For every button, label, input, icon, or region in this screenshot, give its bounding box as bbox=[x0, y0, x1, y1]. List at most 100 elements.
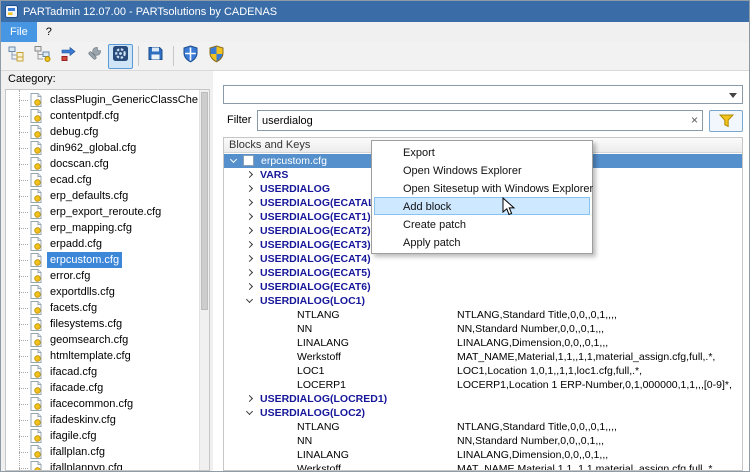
category-scrollbar[interactable] bbox=[199, 90, 209, 470]
expand-icon[interactable] bbox=[245, 268, 254, 277]
key-row[interactable]: LOC1 LOC1,Location 1,0,1,,1,1,loc1.cfg,fu… bbox=[224, 364, 742, 378]
category-item[interactable]: erp_mapping.cfg bbox=[6, 220, 198, 236]
category-item[interactable]: erpcustom.cfg bbox=[6, 252, 198, 268]
category-item[interactable]: ifagile.cfg bbox=[6, 428, 198, 444]
category-item[interactable]: ifallplan.cfg bbox=[6, 444, 198, 460]
category-item[interactable]: erp_defaults.cfg bbox=[6, 188, 198, 204]
category-item[interactable]: facets.cfg bbox=[6, 300, 198, 316]
category-item-label[interactable]: classPlugin_GenericClassChe bbox=[47, 92, 201, 108]
collapse-icon[interactable] bbox=[245, 295, 254, 304]
category-item-label[interactable]: ifacade.cfg bbox=[47, 380, 106, 396]
index-view-button[interactable] bbox=[30, 44, 55, 69]
expand-icon[interactable] bbox=[245, 170, 254, 179]
category-item-label[interactable]: exportdlls.cfg bbox=[47, 284, 118, 300]
category-item-label[interactable]: erpcustom.cfg bbox=[47, 252, 123, 268]
expand-icon[interactable] bbox=[245, 184, 254, 193]
category-item-label[interactable]: erp_mapping.cfg bbox=[47, 220, 135, 236]
category-item[interactable]: debug.cfg bbox=[6, 124, 198, 140]
apply-filter-button[interactable] bbox=[709, 110, 743, 132]
category-tree-button[interactable] bbox=[4, 44, 29, 69]
settings-button[interactable] bbox=[108, 43, 133, 69]
category-item-label[interactable]: facets.cfg bbox=[47, 300, 100, 316]
category-item[interactable]: ifacecommon.cfg bbox=[6, 396, 198, 412]
category-item[interactable]: ifacade.cfg bbox=[6, 380, 198, 396]
category-item[interactable]: din962_global.cfg bbox=[6, 140, 198, 156]
category-item-label[interactable]: ifallplanpyp.cfg bbox=[47, 460, 126, 470]
key-row[interactable]: NTLANG NTLANG,Standard Title,0,0,,0,1,,,, bbox=[224, 308, 742, 322]
category-item-label[interactable]: filesystems.cfg bbox=[47, 316, 125, 332]
context-menu-item-export[interactable]: Export bbox=[374, 143, 590, 161]
category-item-label[interactable]: ifallplan.cfg bbox=[47, 444, 108, 460]
key-row[interactable]: LINALANG LINALANG,Dimension,0,0,,0,1,,, bbox=[224, 336, 742, 350]
key-row[interactable]: LOCERP1 LOCERP1,Location 1 ERP-Number,0,1… bbox=[224, 378, 742, 392]
category-item[interactable]: filesystems.cfg bbox=[6, 316, 198, 332]
checkbox[interactable] bbox=[243, 155, 254, 166]
block-row[interactable]: USERDIALOG(ECAT5) bbox=[224, 266, 742, 280]
key-row[interactable]: Werkstoff MAT_NAME,Material,1,1,,1,1,mate… bbox=[224, 350, 742, 364]
save-button[interactable] bbox=[143, 44, 168, 69]
context-menu-item-add-block[interactable]: Add block bbox=[374, 197, 590, 215]
expand-icon[interactable] bbox=[245, 282, 254, 291]
key-row[interactable]: NTLANG NTLANG,Standard Title,0,0,,0,1,,,, bbox=[224, 420, 742, 434]
uac-shield-button[interactable] bbox=[204, 44, 229, 69]
category-item[interactable]: ecad.cfg bbox=[6, 172, 198, 188]
expand-icon[interactable] bbox=[245, 240, 254, 249]
block-row[interactable]: USERDIALOG(LOC2) bbox=[224, 406, 742, 420]
category-item[interactable]: ifadeskinv.cfg bbox=[6, 412, 198, 428]
category-item[interactable]: geomsearch.cfg bbox=[6, 332, 198, 348]
category-item[interactable]: ifallplanpyp.cfg bbox=[6, 460, 198, 470]
collapse-icon[interactable] bbox=[229, 155, 238, 164]
tools-button[interactable] bbox=[82, 44, 107, 69]
block-row[interactable]: USERDIALOG(LOC1) bbox=[224, 294, 742, 308]
block-row[interactable]: USERDIALOG(LOCRED1) bbox=[224, 392, 742, 406]
category-item-label[interactable]: docscan.cfg bbox=[47, 156, 112, 172]
category-item-label[interactable]: erp_export_reroute.cfg bbox=[47, 204, 164, 220]
context-menu-item-create-patch[interactable]: Create patch bbox=[374, 215, 590, 233]
context-menu-item-open-sitesetup-with-windows-explorer[interactable]: Open Sitesetup with Windows Explorer bbox=[374, 179, 593, 197]
category-item-label[interactable]: din962_global.cfg bbox=[47, 140, 139, 156]
chevron-down-icon[interactable] bbox=[729, 93, 737, 98]
key-row[interactable]: LINALANG LINALANG,Dimension,0,0,,0,1,,, bbox=[224, 448, 742, 462]
category-item[interactable]: error.cfg bbox=[6, 268, 198, 284]
collapse-icon[interactable] bbox=[245, 407, 254, 416]
category-item-label[interactable]: ifacecommon.cfg bbox=[47, 396, 136, 412]
transfer-button[interactable] bbox=[56, 44, 81, 69]
expand-icon[interactable] bbox=[245, 254, 254, 263]
category-item-label[interactable]: ecad.cfg bbox=[47, 172, 95, 188]
category-item[interactable]: exportdlls.cfg bbox=[6, 284, 198, 300]
category-item-label[interactable]: ifadeskinv.cfg bbox=[47, 412, 119, 428]
menu-file[interactable]: File bbox=[1, 22, 37, 42]
key-row[interactable]: NN NN,Standard Number,0,0,,0,1,,, bbox=[224, 322, 742, 336]
category-item[interactable]: htmltemplate.cfg bbox=[6, 348, 198, 364]
category-item-label[interactable]: ifagile.cfg bbox=[47, 428, 99, 444]
category-item-label[interactable]: contentpdf.cfg bbox=[47, 108, 122, 124]
category-item-label[interactable]: ifacad.cfg bbox=[47, 364, 100, 380]
filter-input[interactable] bbox=[258, 111, 682, 130]
block-row[interactable]: USERDIALOG(ECAT6) bbox=[224, 280, 742, 294]
expand-icon[interactable] bbox=[245, 198, 254, 207]
category-item-label[interactable]: geomsearch.cfg bbox=[47, 332, 131, 348]
category-item-label[interactable]: erp_defaults.cfg bbox=[47, 188, 131, 204]
context-menu-item-apply-patch[interactable]: Apply patch bbox=[374, 233, 590, 251]
key-row[interactable]: NN NN,Standard Number,0,0,,0,1,,, bbox=[224, 434, 742, 448]
expand-icon[interactable] bbox=[245, 394, 254, 403]
expand-icon[interactable] bbox=[245, 212, 254, 221]
category-item-label[interactable]: erpadd.cfg bbox=[47, 236, 105, 252]
category-item[interactable]: ifacad.cfg bbox=[6, 364, 198, 380]
menu-[interactable]: ? bbox=[37, 22, 61, 42]
category-item[interactable]: docscan.cfg bbox=[6, 156, 198, 172]
category-item-label[interactable]: htmltemplate.cfg bbox=[47, 348, 134, 364]
context-menu-item-open-windows-explorer[interactable]: Open Windows Explorer bbox=[374, 161, 590, 179]
expand-icon[interactable] bbox=[245, 226, 254, 235]
scrollbar-thumb[interactable] bbox=[201, 92, 208, 310]
category-item[interactable]: erp_export_reroute.cfg bbox=[6, 204, 198, 220]
category-item[interactable]: classPlugin_GenericClassChe bbox=[6, 92, 198, 108]
category-item[interactable]: contentpdf.cfg bbox=[6, 108, 198, 124]
category-item-label[interactable]: debug.cfg bbox=[47, 124, 101, 140]
block-row[interactable]: USERDIALOG(ECAT4) bbox=[224, 252, 742, 266]
key-row[interactable]: Werkstoff MAT_NAME,Material,1,1,,1,1,mate… bbox=[224, 462, 742, 470]
clear-filter-icon[interactable]: × bbox=[691, 113, 698, 127]
category-item-label[interactable]: error.cfg bbox=[47, 268, 93, 284]
path-combobox[interactable] bbox=[223, 85, 743, 104]
category-item[interactable]: erpadd.cfg bbox=[6, 236, 198, 252]
